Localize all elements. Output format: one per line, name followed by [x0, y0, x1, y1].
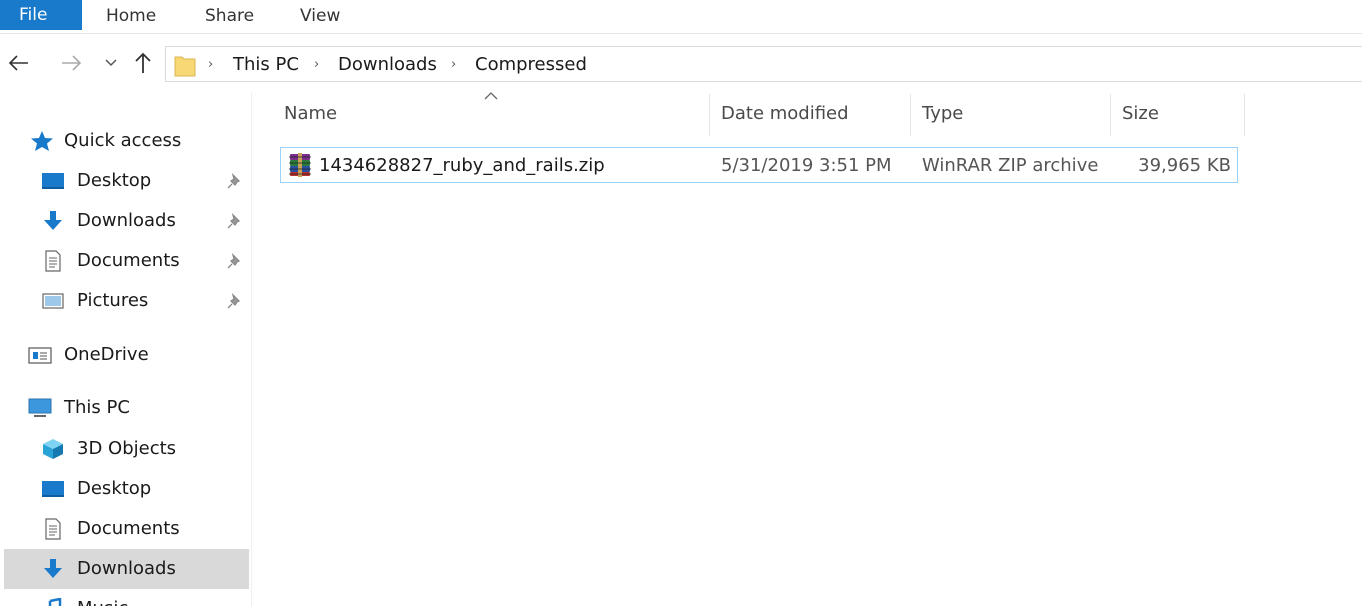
- tab-file[interactable]: File: [0, 0, 82, 30]
- document-icon: [45, 250, 61, 272]
- sidebar-item-this-pc[interactable]: This PC: [4, 388, 249, 428]
- sidebar-item-pictures-pinned[interactable]: Pictures: [4, 281, 249, 321]
- file-type: WinRAR ZIP archive: [922, 155, 1099, 176]
- sidebar-item-quick-access[interactable]: Quick access: [4, 121, 249, 161]
- pin-icon[interactable]: [226, 172, 244, 190]
- sidebar-item-label: Documents: [77, 250, 180, 271]
- sidebar-item-downloads-pinned[interactable]: Downloads: [4, 201, 249, 241]
- tab-share[interactable]: Share: [205, 2, 254, 30]
- breadcrumb-downloads[interactable]: Downloads: [338, 53, 437, 77]
- sidebar-item-downloads[interactable]: Downloads: [4, 549, 249, 589]
- download-icon: [44, 559, 62, 578]
- tab-home[interactable]: Home: [106, 2, 156, 30]
- column-header-type[interactable]: Type: [908, 92, 1108, 136]
- back-button[interactable]: [4, 46, 34, 80]
- file-list: Name Date modified Type Size 1434628827_…: [270, 92, 1250, 606]
- desktop-icon: [42, 173, 64, 189]
- forward-arrow-icon: [62, 55, 82, 71]
- sidebar-item-music[interactable]: Music: [4, 589, 249, 606]
- computer-icon: [28, 398, 52, 417]
- sidebar-item-desktop[interactable]: Desktop: [4, 469, 249, 509]
- sidebar-item-label: Quick access: [64, 130, 182, 151]
- sidebar-item-label: Music: [77, 598, 128, 606]
- document-icon: [45, 518, 61, 540]
- sidebar-item-label: 3D Objects: [77, 438, 177, 459]
- file-size: 39,965 KB: [1138, 155, 1231, 176]
- up-arrow-icon: [135, 52, 151, 73]
- folder-icon: [174, 56, 196, 77]
- back-arrow-icon: [8, 55, 28, 71]
- sidebar-item-3d-objects[interactable]: 3D Objects: [4, 429, 249, 469]
- sidebar-item-onedrive[interactable]: OneDrive: [4, 335, 249, 375]
- music-icon: [48, 598, 62, 606]
- star-icon: [31, 131, 53, 151]
- sidebar-item-label: Documents: [77, 518, 180, 539]
- cube-icon: [43, 439, 63, 459]
- download-icon: [44, 211, 62, 230]
- navigation-bar: › This PC › Downloads › Compressed: [0, 44, 1362, 82]
- column-header-date-modified[interactable]: Date modified: [707, 92, 907, 136]
- address-bar[interactable]: › This PC › Downloads › Compressed: [165, 46, 1362, 82]
- breadcrumb-separator[interactable]: ›: [314, 53, 319, 77]
- sidebar-item-label: Desktop: [77, 170, 152, 191]
- desktop-icon: [42, 481, 64, 497]
- column-divider[interactable]: [1244, 94, 1245, 136]
- up-button[interactable]: [128, 46, 158, 80]
- file-name: 1434628827_ruby_and_rails.zip: [319, 155, 605, 176]
- pin-icon[interactable]: [226, 292, 244, 310]
- ribbon-tabs: File Home Share View: [0, 0, 1362, 34]
- column-header-name[interactable]: Name: [270, 92, 710, 136]
- forward-button[interactable]: [56, 46, 86, 80]
- winrar-archive-icon: [289, 153, 311, 177]
- breadcrumb-this-pc[interactable]: This PC: [233, 53, 299, 77]
- chevron-down-icon: [105, 59, 117, 67]
- onedrive-icon: [28, 347, 52, 364]
- sidebar-item-label: OneDrive: [64, 344, 149, 365]
- sidebar-item-label: This PC: [64, 397, 130, 418]
- sidebar-item-documents-pinned[interactable]: Documents: [4, 241, 249, 281]
- navigation-pane: Quick access Desktop Downloads Documents: [0, 92, 252, 606]
- sidebar-item-label: Downloads: [77, 210, 176, 231]
- column-header-size[interactable]: Size: [1108, 92, 1243, 136]
- pictures-icon: [42, 293, 64, 309]
- breadcrumb-compressed[interactable]: Compressed: [475, 53, 587, 77]
- breadcrumb-separator[interactable]: ›: [451, 53, 456, 77]
- pin-icon[interactable]: [226, 252, 244, 270]
- file-date-modified: 5/31/2019 3:51 PM: [721, 155, 892, 176]
- pin-icon[interactable]: [226, 212, 244, 230]
- sidebar-item-desktop-pinned[interactable]: Desktop: [4, 161, 249, 201]
- sidebar-item-documents[interactable]: Documents: [4, 509, 249, 549]
- sidebar-item-label: Downloads: [77, 558, 176, 579]
- sidebar-item-label: Desktop: [77, 478, 152, 499]
- sidebar-item-label: Pictures: [77, 290, 149, 311]
- recent-locations-button[interactable]: [96, 46, 126, 80]
- file-row[interactable]: 1434628827_ruby_and_rails.zip 5/31/2019 …: [280, 147, 1238, 183]
- breadcrumb-separator[interactable]: ›: [208, 53, 213, 77]
- tab-view[interactable]: View: [300, 2, 340, 30]
